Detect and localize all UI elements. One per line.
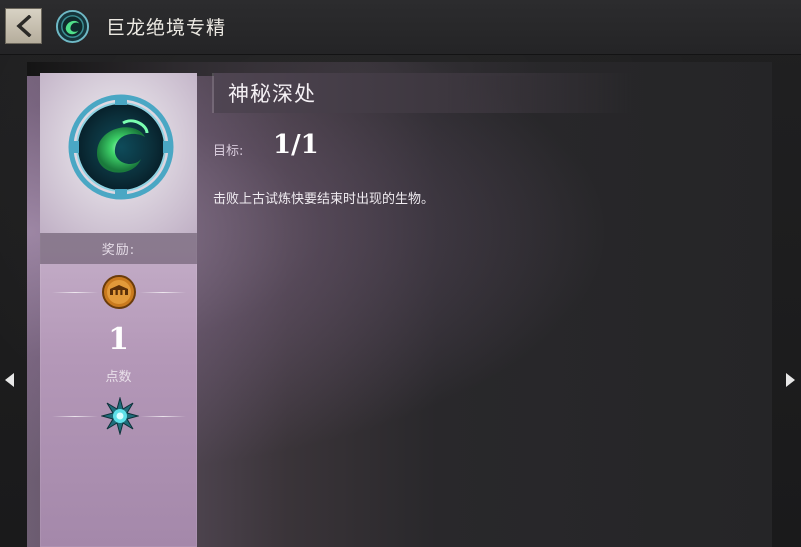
chevron-left-icon (15, 15, 31, 37)
points-value: 1 (108, 322, 129, 357)
achievement-screen: 巨龙绝境专精 奖励: 1 点数 神秘深处 目标: 1/1 击败上古试炼快要结束时… (0, 0, 801, 547)
reward-column: 奖励: 1 点数 (40, 73, 197, 547)
arrow-right-icon (786, 373, 795, 387)
reward-label: 奖励: (101, 243, 136, 258)
points-label: 点数 (105, 370, 132, 385)
achievement-emblem-icon (68, 94, 174, 200)
achievement-title-bar: 神秘深处 (212, 73, 632, 113)
mastery-coin-icon (102, 275, 136, 309)
achievement-emblem-area (40, 73, 197, 233)
divider-right (140, 292, 186, 293)
header-bar: 巨龙绝境专精 (0, 0, 801, 55)
divider-left-2 (52, 416, 98, 417)
back-button[interactable] (5, 8, 42, 44)
prev-achievement-button[interactable] (2, 370, 18, 390)
page-title: 巨龙绝境专精 (106, 17, 227, 39)
dragon-mastery-icon (55, 9, 90, 44)
reward-label-band: 奖励: (40, 233, 197, 264)
arrow-left-icon (5, 373, 14, 387)
next-achievement-button[interactable] (782, 370, 798, 390)
achievement-description: 击败上古试炼快要结束时出现的生物。 (213, 192, 435, 207)
divider-right-2 (140, 416, 186, 417)
divider-left (52, 292, 98, 293)
region-star-icon (101, 397, 139, 435)
achievement-title: 神秘深处 (228, 82, 316, 106)
goal-value: 1/1 (273, 130, 319, 160)
goal-label: 目标: (213, 144, 244, 159)
